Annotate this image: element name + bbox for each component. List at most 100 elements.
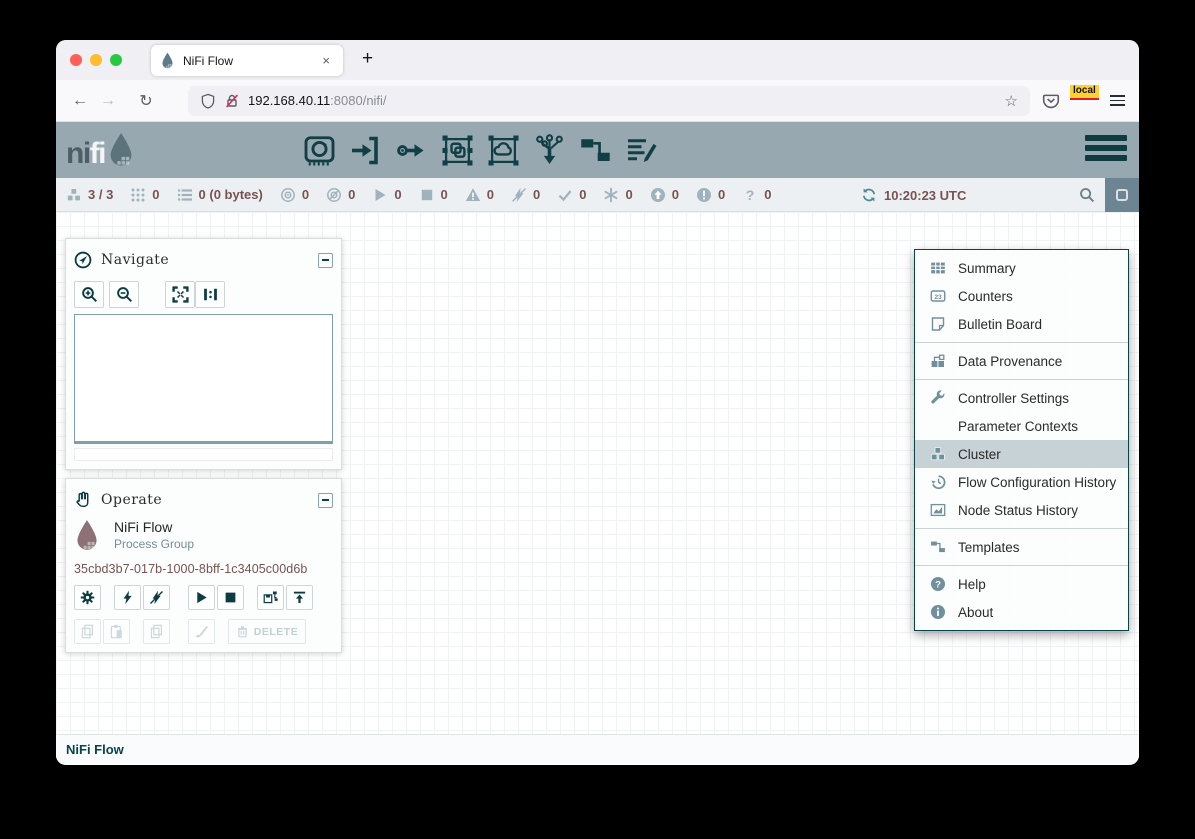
about-icon bbox=[930, 604, 946, 620]
url-bar[interactable]: 192.168.40.11:8080/nifi/ ☆ bbox=[188, 86, 1030, 116]
group-button[interactable] bbox=[143, 619, 170, 644]
stat-invalid: 0 bbox=[465, 187, 494, 203]
paste-button[interactable] bbox=[103, 619, 130, 644]
label-icon[interactable] bbox=[625, 134, 658, 167]
copy-button[interactable] bbox=[74, 619, 101, 644]
copy-icon bbox=[80, 624, 95, 639]
menu-item-cluster[interactable]: Cluster bbox=[915, 440, 1128, 468]
funnel-icon[interactable] bbox=[533, 134, 566, 167]
breadcrumb-root[interactable]: NiFi Flow bbox=[66, 742, 124, 757]
last-refreshed-time: 10:20:23 UTC bbox=[884, 188, 966, 203]
selection-type: Process Group bbox=[114, 537, 194, 551]
menu-item-parameter-contexts[interactable]: Parameter Contexts bbox=[915, 412, 1128, 440]
output-port-icon[interactable] bbox=[395, 134, 428, 167]
menu-item-help[interactable]: Help bbox=[915, 570, 1128, 598]
window-controls bbox=[70, 54, 122, 66]
menu-item-node-status-history[interactable]: Node Status History bbox=[915, 496, 1128, 524]
stop-icon bbox=[223, 590, 238, 605]
forward-button[interactable]: → bbox=[94, 92, 122, 110]
selection-id: 35cbd3b7-017b-1000-8bff-1c3405c00d6b bbox=[74, 562, 333, 576]
browser-nav-bar: ← → ↻ 192.168.40.11:8080/nifi/ ☆ local bbox=[56, 80, 1139, 122]
upload-template-button[interactable] bbox=[286, 585, 313, 610]
not-transmitting-icon bbox=[326, 187, 342, 203]
remote-process-group-icon[interactable] bbox=[487, 134, 520, 167]
enable-button[interactable] bbox=[114, 585, 141, 610]
refresh-icon[interactable] bbox=[861, 187, 877, 203]
close-window-button[interactable] bbox=[70, 54, 82, 66]
stop-button[interactable] bbox=[217, 585, 244, 610]
menu-item-flow-configuration-history[interactable]: Flow Configuration History bbox=[915, 468, 1128, 496]
stopped-icon bbox=[419, 187, 435, 203]
collapse-operate-button[interactable] bbox=[318, 493, 333, 508]
reload-button[interactable]: ↻ bbox=[132, 91, 160, 111]
process-group-icon[interactable] bbox=[441, 134, 474, 167]
breadcrumb: NiFi Flow bbox=[56, 734, 1139, 764]
insecure-lock-icon[interactable] bbox=[224, 93, 240, 109]
new-tab-button[interactable]: + bbox=[354, 48, 381, 70]
menu-item-about[interactable]: About bbox=[915, 598, 1128, 626]
counters-icon bbox=[930, 288, 946, 304]
delete-button[interactable]: DELETE bbox=[228, 619, 306, 644]
browser-tab[interactable]: NiFi Flow × bbox=[151, 45, 343, 76]
collapse-navigate-button[interactable] bbox=[318, 253, 333, 268]
component-toolbar bbox=[303, 134, 658, 167]
bulletin-board-icon bbox=[930, 316, 946, 332]
actual-size-button[interactable] bbox=[195, 281, 225, 308]
controller-settings-icon bbox=[930, 390, 946, 406]
shield-icon[interactable] bbox=[200, 93, 216, 109]
configuration-button[interactable] bbox=[74, 585, 101, 610]
actual-size-icon bbox=[202, 286, 219, 303]
birdseye-view[interactable] bbox=[74, 314, 333, 444]
start-button[interactable] bbox=[188, 585, 215, 610]
bookmark-star-icon[interactable]: ☆ bbox=[1005, 92, 1018, 110]
fill-color-button[interactable] bbox=[188, 619, 215, 644]
menu-item-data-provenance[interactable]: Data Provenance bbox=[915, 347, 1128, 375]
browser-tab-bar: NiFi Flow × + bbox=[56, 40, 1139, 80]
zoom-out-button[interactable] bbox=[109, 281, 139, 308]
processor-icon[interactable] bbox=[303, 134, 336, 167]
refresh-status[interactable]: 10:20:23 UTC bbox=[861, 178, 966, 212]
stat-stale: 0 bbox=[650, 187, 679, 203]
pocket-icon[interactable] bbox=[1042, 92, 1060, 110]
stat-cluster-nodes: 3 / 3 bbox=[66, 187, 113, 203]
menu-item-templates[interactable]: Templates bbox=[915, 533, 1128, 561]
stat-locally-modified: 0 bbox=[603, 187, 632, 203]
zoom-in-button[interactable] bbox=[74, 281, 104, 308]
status-bar-right-button[interactable] bbox=[1105, 178, 1139, 212]
birdseye-brand-strip bbox=[74, 448, 333, 461]
template-icon[interactable] bbox=[579, 134, 612, 167]
operate-hand-icon bbox=[74, 491, 92, 509]
search-icon[interactable] bbox=[1079, 187, 1095, 203]
browser-menu-button[interactable] bbox=[1110, 95, 1125, 106]
maximize-window-button[interactable] bbox=[110, 54, 122, 66]
zoom-fit-button[interactable] bbox=[165, 281, 195, 308]
menu-item-bulletin-board[interactable]: Bulletin Board bbox=[915, 310, 1128, 338]
fill-color-icon bbox=[194, 624, 209, 639]
nifi-favicon bbox=[160, 52, 175, 70]
close-tab-icon[interactable]: × bbox=[318, 52, 334, 69]
save-template-icon bbox=[263, 590, 278, 605]
minimize-window-button[interactable] bbox=[90, 54, 102, 66]
menu-item-summary[interactable]: Summary bbox=[915, 254, 1128, 282]
global-menu-button[interactable] bbox=[1085, 135, 1127, 161]
invalid-icon bbox=[465, 187, 481, 203]
upload-template-icon bbox=[292, 590, 307, 605]
disable-button[interactable] bbox=[143, 585, 170, 610]
navigate-panel-title: Navigate bbox=[101, 252, 318, 268]
paste-icon bbox=[109, 624, 124, 639]
nifi-app: nifi 3 / 3 0 0 (0 bytes) 0 0 0 0 bbox=[56, 122, 1139, 764]
menu-item-controller-settings[interactable]: Controller Settings bbox=[915, 384, 1128, 412]
nifi-drop-logo-icon bbox=[107, 132, 135, 169]
flow-status-bar: 3 / 3 0 0 (0 bytes) 0 0 0 0 0 0 0 0 0 0 … bbox=[56, 178, 1139, 212]
square-glyph-icon bbox=[1116, 189, 1128, 201]
menu-separator bbox=[915, 565, 1128, 566]
save-template-button[interactable] bbox=[257, 585, 284, 610]
back-button[interactable]: ← bbox=[66, 92, 94, 110]
input-port-icon[interactable] bbox=[349, 134, 382, 167]
stat-transmitting: 0 bbox=[280, 187, 309, 203]
fit-icon bbox=[172, 286, 189, 303]
stat-up-to-date: 0 bbox=[557, 187, 586, 203]
nifi-header-toolbar: nifi bbox=[56, 122, 1139, 178]
menu-item-counters[interactable]: Counters bbox=[915, 282, 1128, 310]
profile-button[interactable]: local bbox=[1074, 90, 1096, 112]
